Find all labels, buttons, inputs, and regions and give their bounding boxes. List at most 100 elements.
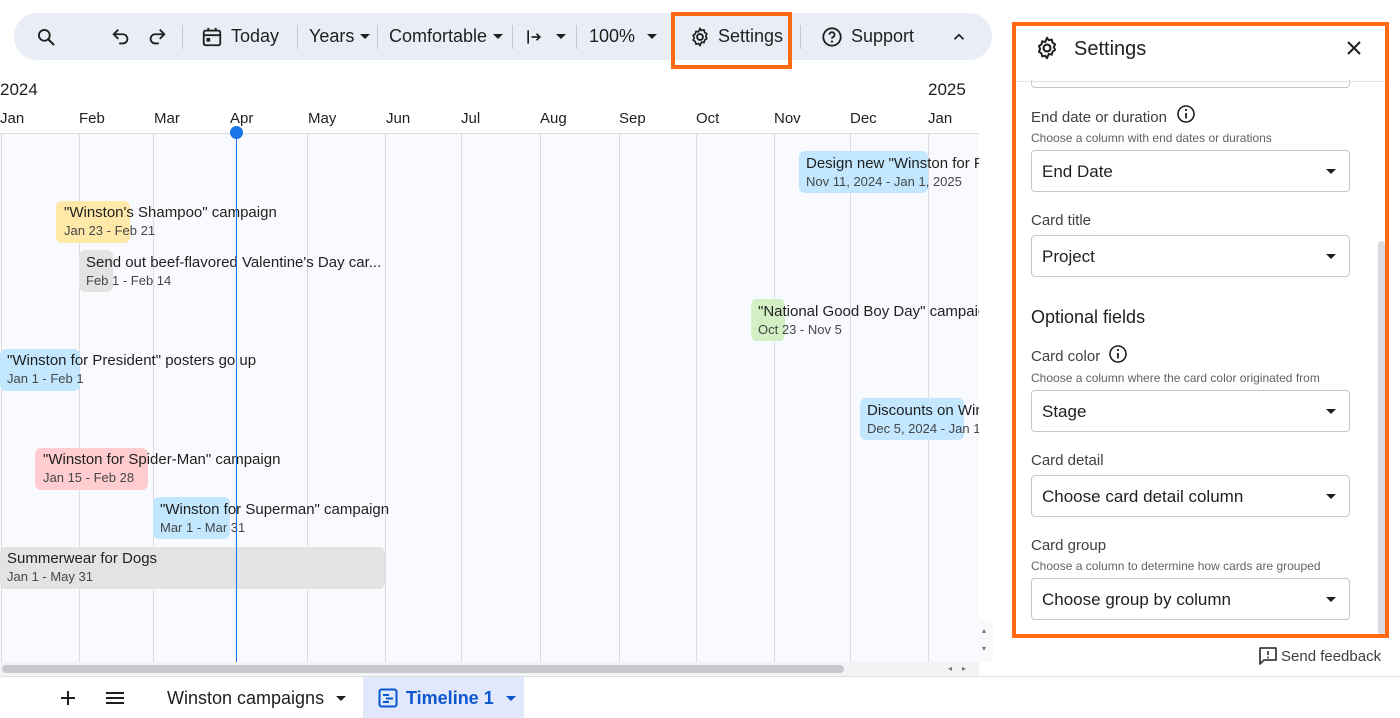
panel-title: Settings <box>1074 38 1147 60</box>
card-date: Jan 23 - Feb 21 <box>64 223 156 238</box>
horizontal-scrollbar[interactable]: ◂ ▸ <box>0 662 979 676</box>
card-date: Dec 5, 2024 - Jan 1 <box>867 421 979 436</box>
timeline-card[interactable]: Send out beef-flavored Valentine's Day c… <box>86 254 381 289</box>
card-color-select[interactable]: Stage <box>1031 390 1350 432</box>
density-label: Comfortable <box>389 26 488 46</box>
collapse-toolbar-button[interactable] <box>950 13 968 60</box>
month-label: Dec <box>850 110 877 127</box>
scale-dropdown[interactable]: Years <box>309 13 371 60</box>
gear-icon <box>1037 36 1057 60</box>
card-color-label: Card color <box>1031 348 1101 365</box>
panel-header: Settings <box>1016 26 1385 82</box>
support-button[interactable]: Support <box>821 13 914 60</box>
grid-line <box>540 134 541 662</box>
year-label: 2024 <box>0 80 38 99</box>
add-sheet-button[interactable] <box>60 677 76 718</box>
scroll-down-icon[interactable]: ▾ <box>982 644 986 653</box>
timeline-view[interactable]: 2024 2025 Jan Feb Mar Apr May Jun Jul Au… <box>0 70 979 662</box>
select-value: Project <box>1042 247 1095 266</box>
vertical-scrollbar[interactable]: ▴ ▾ <box>979 620 993 662</box>
chevron-down-icon <box>360 34 371 39</box>
grid-line <box>696 134 697 662</box>
timeline-tab-label: Timeline 1 <box>406 687 494 708</box>
help-icon <box>822 26 842 47</box>
end-date-help: Choose a column with end dates or durati… <box>1031 131 1272 145</box>
grid-line <box>850 134 851 662</box>
month-label: Feb <box>79 110 105 127</box>
card-title: Design new "Winston for P <box>806 155 979 172</box>
timeline-card[interactable]: "Winston for Spider-Man" campaign Jan 15… <box>43 451 280 486</box>
card-title-select[interactable]: Project <box>1031 235 1350 277</box>
chevron-down-icon <box>1326 169 1336 174</box>
close-icon[interactable] <box>1346 40 1362 56</box>
divider <box>182 25 183 49</box>
chevron-down-icon <box>493 34 504 39</box>
timeline-card[interactable]: Design new "Winston for P Nov 11, 2024 -… <box>806 155 979 190</box>
send-feedback-button[interactable]: Send feedback <box>1258 645 1381 667</box>
timeline-card[interactable]: "Winston's Shampoo" campaign Jan 23 - Fe… <box>64 204 277 239</box>
search-icon <box>38 28 55 45</box>
undo-button[interactable] <box>110 13 132 60</box>
divider <box>576 25 577 49</box>
today-button[interactable]: Today <box>201 13 279 60</box>
card-date: Nov 11, 2024 - Jan 1, 2025 <box>806 174 962 189</box>
sheet-tab-winston-campaigns[interactable]: Winston campaigns <box>167 677 347 718</box>
timeline-card[interactable]: "National Good Boy Day" campaig Oct 23 -… <box>758 303 979 338</box>
scrollbar-thumb[interactable] <box>2 665 844 673</box>
chevron-up-icon <box>953 33 965 40</box>
card-detail-label: Card detail <box>1031 452 1104 469</box>
feedback-label: Send feedback <box>1281 647 1382 665</box>
card-title: Summerwear for Dogs <box>7 550 158 567</box>
today-marker-line <box>236 132 237 662</box>
zoom-dropdown[interactable]: 100% <box>589 13 658 60</box>
sheet-tab-bar: Winston campaigns Timeline 1 <box>0 676 1400 718</box>
divider <box>512 25 513 49</box>
redo-button[interactable] <box>146 13 168 60</box>
scroll-up-icon[interactable]: ▴ <box>982 626 986 635</box>
chevron-down-icon <box>556 34 566 39</box>
select-value: Stage <box>1042 402 1087 421</box>
jump-to-dropdown[interactable] <box>524 13 566 60</box>
divider <box>800 25 801 49</box>
card-detail-select[interactable]: Choose card detail column <box>1031 475 1350 517</box>
month-label: Apr <box>230 110 254 127</box>
redo-icon <box>149 28 166 44</box>
tab-timeline-1[interactable]: Timeline 1 <box>378 677 516 718</box>
jump-to-icon <box>527 29 542 44</box>
timeline-card[interactable]: Summerwear for Dogs Jan 1 - May 31 <box>7 550 157 585</box>
zoom-label: 100% <box>589 26 636 46</box>
card-title: "Winston for Superman" campaign <box>160 501 390 518</box>
card-title-label: Card title <box>1031 212 1092 229</box>
all-sheets-button[interactable] <box>105 677 125 718</box>
timeline-card[interactable]: Discounts on Wir Dec 5, 2024 - Jan 1 <box>867 402 979 437</box>
month-label: Aug <box>540 110 567 127</box>
divider <box>297 25 298 49</box>
month-label: Mar <box>154 110 180 127</box>
toolbar: Today Years Comfortable 100% Settings Su… <box>14 13 992 60</box>
end-date-select[interactable]: End Date <box>1031 150 1350 192</box>
info-icon[interactable] <box>1176 104 1196 124</box>
app-root: Today Years Comfortable 100% Settings Su… <box>0 0 1400 718</box>
grid-line <box>385 134 386 662</box>
select-value: Choose group by column <box>1042 590 1232 609</box>
year-label: 2025 <box>928 80 966 99</box>
chevron-down-icon <box>1326 254 1336 259</box>
scroll-right-icon[interactable]: ▸ <box>962 664 966 673</box>
month-label: Sep <box>619 110 646 127</box>
select-value: Choose card detail column <box>1042 487 1244 506</box>
card-color-help: Choose a column where the card color ori… <box>1031 371 1320 385</box>
density-dropdown[interactable]: Comfortable <box>389 13 504 60</box>
scroll-left-icon[interactable]: ◂ <box>948 664 952 673</box>
timeline-card[interactable]: "Winston for President" posters go up Ja… <box>7 352 256 387</box>
search-button[interactable] <box>36 13 56 60</box>
optional-fields-heading: Optional fields <box>1031 307 1146 327</box>
menu-icon <box>106 692 124 704</box>
card-group-help: Choose a column to determine how cards a… <box>1031 559 1321 573</box>
card-date: Jan 15 - Feb 28 <box>43 470 135 485</box>
timeline-card[interactable]: "Winston for Superman" campaign Mar 1 - … <box>160 501 389 536</box>
card-title: Send out beef-flavored Valentine's Day c… <box>86 254 382 271</box>
month-label: May <box>308 110 337 127</box>
card-group-select[interactable]: Choose group by column <box>1031 578 1350 620</box>
panel-scrollbar-thumb[interactable] <box>1378 241 1385 634</box>
info-icon[interactable] <box>1108 344 1128 364</box>
